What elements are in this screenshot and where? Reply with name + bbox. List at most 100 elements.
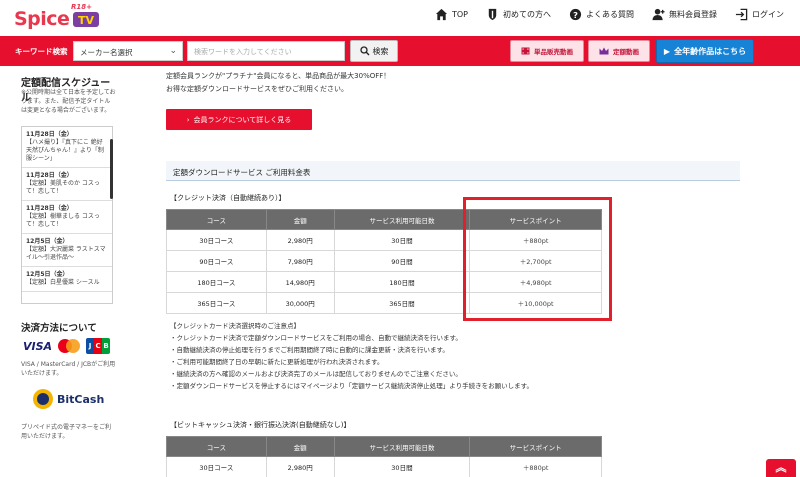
payment-cards: VISA J C B (23, 338, 111, 354)
schedule-date: 12月5日（金） (26, 271, 69, 278)
schedule-list[interactable]: 11月28日（金） 【ハメ撮り】『真下にこ 絶好天然ぴんちゃん！』より「制服シー… (21, 126, 113, 304)
single-sale-button[interactable]: 単品販売動画 (510, 40, 584, 62)
logo-tv-text: TV (78, 14, 95, 27)
keyword-search-label: キーワード検索 (15, 47, 68, 56)
schedule-text: 【ハメ撮り】『真下にこ 絶好天然ぴんちゃん！』より「制服シーン」 (26, 139, 104, 162)
cell-course: 90日コース (166, 250, 267, 272)
shield-icon (488, 8, 497, 21)
scroll-top-button[interactable]: ︽ (766, 459, 796, 477)
cell-course: 30日コース (166, 229, 267, 251)
schedule-text: 【定額】白星優菜 シースル (26, 279, 100, 286)
cell-price: 7,980円 (265, 250, 335, 272)
schedule-text: 【定額】樹華ましる コスって！恋して！ (26, 213, 100, 228)
cell-days: 90日間 (333, 250, 471, 272)
note-line: ・定額ダウンロードサービスを停止するにはマイページより「定額サービス継続決済停止… (170, 382, 533, 390)
cell-course: 30日コース (166, 456, 267, 477)
schedule-text: 【定額】美肌そのか コスって！恋して！ (26, 180, 100, 195)
schedule-date: 12月5日（金） (26, 238, 69, 245)
credit-notes: 【クレジットカード決済選択時のご注意点】 ・クレジットカード決済で定額ダウンロー… (170, 320, 533, 392)
col-days: サービス利用可能日数 (333, 436, 471, 457)
chevron-down-icon: ⌄ (169, 46, 177, 56)
nav-faq[interactable]: ? よくある質問 (569, 8, 634, 21)
top-nav: TOP 初めての方へ ? よくある質問 無料会員登録 ログイン (435, 8, 784, 21)
nav-beginners-label: 初めての方へ (503, 10, 551, 19)
cell-days: 180日間 (333, 271, 471, 293)
nav-beginners[interactable]: 初めての方へ (486, 8, 551, 21)
maker-select[interactable]: メーカー名選択 ⌄ (73, 41, 183, 61)
list-item[interactable]: 11月28日（金） 【定額】美肌そのか コスって！恋して！ (22, 168, 112, 201)
table-row: 30日コース 2,980円 30日間 ＋880pt (166, 456, 602, 477)
cell-course: 180日コース (166, 271, 267, 293)
cell-price: 2,980円 (265, 229, 335, 251)
list-item[interactable]: 12月5日（金） 【定額】白星優菜 シースル (22, 267, 112, 292)
schedule-scrollbar[interactable] (110, 139, 113, 199)
payment-title: 決済方法について (21, 323, 97, 334)
subscription-label: 定額動画 (613, 48, 639, 56)
member-rank-label: 会員ランクについて詳しく見る (193, 115, 292, 124)
nav-register-label: 無料会員登録 (669, 10, 717, 19)
logo-text: Spice (14, 8, 70, 30)
bitcash-text: BitCash (57, 392, 105, 406)
site-header: Spice R18+ TV TOP 初めての方へ ? よくある質問 無料会員登録… (0, 0, 800, 36)
list-item[interactable]: 11月28日（金） 【ハメ撮り】『真下にこ 絶好天然ぴんちゃん！』より「制服シー… (22, 127, 112, 168)
col-price: 金額 (265, 436, 335, 457)
nav-top[interactable]: TOP (435, 8, 468, 21)
bitcash-note: プリペイド式の電子マネーをご利用いただけます。 (21, 424, 112, 440)
cell-price: 30,000円 (265, 292, 335, 314)
logo-tv-icon: TV (73, 12, 99, 27)
list-item[interactable]: 11月28日（金） 【定額】樹華ましる コスって！恋して！ (22, 201, 112, 234)
schedule-note: ※公開時期は全て日本を予定しております。また、配信予定タイトルは変更となる場合が… (21, 89, 116, 114)
note-heading: 【クレジットカード決済選択時のご注意点】 (170, 322, 300, 330)
nav-top-label: TOP (451, 10, 468, 19)
cell-price: 2,980円 (265, 456, 335, 477)
bitcash-price-table: コース 金額 サービス利用可能日数 サービスポイント 30日コース 2,980円… (166, 436, 602, 477)
single-sale-label: 単品販売動画 (534, 48, 573, 56)
search-icon (359, 46, 369, 56)
visa-logo: VISA (23, 339, 53, 353)
highlight-box (463, 197, 612, 321)
keyword-input[interactable]: 検索ワードを入力してください (187, 41, 345, 61)
col-course: コース (166, 209, 267, 230)
question-icon: ? (569, 8, 582, 21)
cell-days: 365日間 (333, 292, 471, 314)
sidebar: 定額配信スケジュール ※公開時期は全て日本を予定しております。また、配信予定タイ… (0, 66, 120, 477)
bitcash-table-title: 【ビットキャッシュ決済・銀行振込決済(自動継続なし)】 (170, 421, 351, 429)
search-button[interactable]: 検索 (350, 40, 398, 62)
schedule-date: 11月28日（金） (26, 131, 73, 138)
login-icon (735, 8, 748, 21)
maker-select-value: メーカー名選択 (80, 48, 133, 57)
col-days: サービス利用可能日数 (333, 209, 471, 230)
col-course: コース (166, 436, 267, 457)
note-line: ・継続決済の方へ確認のメールおよび決済完了のメールは配信しておりませんのでご注意… (170, 370, 462, 378)
home-icon (435, 8, 448, 21)
credit-table-title: 【クレジット決済（自動継続あり）】 (170, 194, 286, 202)
arrow-right-icon: ▶ (663, 46, 671, 56)
cell-days: 30日間 (333, 229, 471, 251)
intro-text: 定額会員ランクが"プラチナ"会員になると、単品商品が最大30%OFF！ お得な定… (166, 70, 390, 96)
nav-login[interactable]: ログイン (735, 8, 784, 21)
note-line: ・クレジットカード決済で定額ダウンロードサービスをご利用の場合、自動で継続決済を… (170, 334, 462, 342)
col-price: 金額 (265, 209, 335, 230)
keyword-input-placeholder: 検索ワードを入力してください (194, 48, 292, 56)
member-rank-button[interactable]: › 会員ランクについて詳しく見る (166, 109, 312, 130)
bitcash-logo: BitCash (33, 389, 104, 409)
cell-price: 14,980円 (265, 271, 335, 293)
nav-login-label: ログイン (752, 10, 784, 19)
table-header-row: コース 金額 サービス利用可能日数 サービスポイント (166, 436, 602, 457)
mastercard-logo (58, 339, 81, 353)
note-line: ・ご利用可能期間終了日の早朝に新たに更新処理が行われ決済されます。 (170, 358, 384, 366)
card-payment-note: VISA / MasterCard / JCBがご利用いただけます。 (21, 361, 116, 377)
all-ages-button[interactable]: ▶ 全年齢作品はこちら (656, 39, 754, 63)
nav-register[interactable]: 無料会員登録 (652, 8, 717, 21)
cell-days: 30日間 (333, 456, 471, 477)
cell-points: ＋880pt (469, 456, 602, 477)
list-item[interactable]: 12月5日（金） 【定額】大沢麗菜 ラストスマイル〜引退作品〜 (22, 234, 112, 267)
section-heading: 定額ダウンロードサービス ご利用料金表 (166, 161, 740, 181)
subscription-button[interactable]: 定額動画 (588, 40, 650, 62)
search-bar: キーワード検索 メーカー名選択 ⌄ 検索ワードを入力してください 検索 単品販売… (0, 36, 800, 66)
add-user-icon (652, 8, 665, 21)
all-ages-label: 全年齢作品はこちら (674, 46, 747, 56)
main-content: 定額会員ランクが"プラチナ"会員になると、単品商品が最大30%OFF！ お得な定… (166, 66, 746, 477)
schedule-text: 【定額】大沢麗菜 ラストスマイル〜引退作品〜 (26, 246, 106, 261)
crown-icon (599, 47, 609, 55)
